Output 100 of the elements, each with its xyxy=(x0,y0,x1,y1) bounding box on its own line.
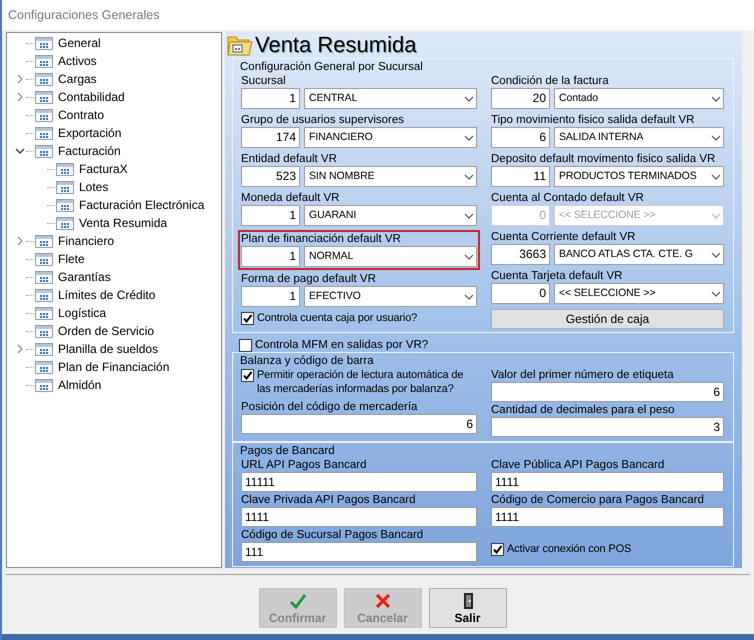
tree-item[interactable]: Facturación xyxy=(57,144,122,158)
checkbox[interactable] xyxy=(491,543,504,556)
input-field[interactable]: 11111 xyxy=(241,472,477,492)
code-field[interactable]: 1 xyxy=(241,286,300,307)
table-icon xyxy=(56,162,74,176)
code-field[interactable]: 1 xyxy=(241,205,300,226)
field-label: Cuenta Tarjeta default VR xyxy=(491,269,624,283)
table-icon xyxy=(35,342,53,356)
tree-item[interactable]: Lotes xyxy=(78,180,110,194)
code-field[interactable]: 1 xyxy=(241,88,300,109)
field-label: Tipo movimiento fisico salida default VR xyxy=(491,113,696,127)
tree-item[interactable]: Almidón xyxy=(57,378,102,392)
table-icon xyxy=(35,360,53,374)
tree-item[interactable]: Facturación Electrónica xyxy=(78,198,206,212)
chevron-icon xyxy=(464,134,474,140)
chevron-icon xyxy=(464,294,474,300)
table-icon xyxy=(35,306,53,320)
code-field[interactable]: 6 xyxy=(491,127,550,148)
tree-item[interactable]: Logística xyxy=(57,306,108,320)
input-field[interactable]: 3 xyxy=(491,417,724,437)
tree-item[interactable]: Contabilidad xyxy=(57,90,126,104)
chevron-icon xyxy=(464,254,474,260)
chevron-icon xyxy=(464,212,474,218)
field-label: Código de Sucursal Pagos Bancard xyxy=(241,528,424,542)
field-label: Forma de pago default VR xyxy=(241,272,377,286)
table-icon xyxy=(56,198,74,212)
field-label: Entidad default VR xyxy=(241,152,338,166)
dropdown[interactable]: CENTRAL xyxy=(304,88,477,109)
tree-item[interactable]: Financiero xyxy=(57,234,116,248)
window-title: Configuraciones Generales xyxy=(8,8,160,22)
chevron-icon xyxy=(711,252,721,258)
table-icon xyxy=(35,270,53,284)
tree-item[interactable]: Activos xyxy=(57,54,98,68)
input-field[interactable]: 6 xyxy=(241,414,477,434)
table-icon xyxy=(35,288,53,302)
tree-item[interactable]: Cargas xyxy=(57,72,98,86)
dropdown[interactable]: << SELECCIONE >> xyxy=(554,283,724,304)
input-field[interactable]: 111 xyxy=(241,542,477,562)
dropdown[interactable]: EFECTIVO xyxy=(304,286,477,307)
input-field[interactable]: 1111 xyxy=(241,507,477,527)
table-icon xyxy=(35,126,53,140)
field-label: Valor del primer número de etiqueta xyxy=(491,368,675,382)
field-label: Cuenta al Contado default VR xyxy=(491,191,645,205)
tree-item[interactable]: Planilla de sueldos xyxy=(57,342,160,356)
field-label: Código de Comercio para Pagos Bancard xyxy=(491,493,705,507)
chevron-icon xyxy=(711,96,721,102)
checkbox[interactable] xyxy=(241,369,254,382)
tree-item[interactable]: Garantías xyxy=(57,270,112,284)
dropdown[interactable]: BANCO ATLAS CTA. CTE. G xyxy=(554,244,724,265)
tree-item[interactable]: Flete xyxy=(57,252,86,266)
input-field[interactable]: 1111 xyxy=(491,507,724,527)
code-field[interactable]: 1 xyxy=(241,246,300,267)
dropdown[interactable]: Contado xyxy=(554,88,724,109)
tree-item[interactable]: Orden de Servicio xyxy=(57,324,156,338)
input-field[interactable]: 6 xyxy=(491,382,724,402)
table-icon xyxy=(35,252,53,266)
table-icon xyxy=(35,36,53,50)
table-icon xyxy=(35,90,53,104)
checkbox[interactable] xyxy=(241,312,254,325)
check-icon xyxy=(288,592,306,610)
dropdown[interactable]: NORMAL xyxy=(304,246,477,267)
field-label: Sucursal xyxy=(241,74,287,88)
checkbox-label: Controla cuenta caja por usuario? xyxy=(257,311,418,325)
tree-item[interactable]: General xyxy=(57,36,102,50)
code-field[interactable]: 523 xyxy=(241,166,300,187)
tree-item[interactable]: Exportación xyxy=(57,126,122,140)
cash-management-button[interactable]: Gestión de caja xyxy=(491,309,724,329)
table-icon xyxy=(35,54,53,68)
chevron-icon xyxy=(711,290,721,296)
tree-item[interactable]: Plan de Financiación xyxy=(57,360,170,374)
dropdown[interactable]: FINANCIERO xyxy=(304,127,477,148)
checkbox[interactable] xyxy=(239,339,252,352)
expander-icon[interactable] xyxy=(15,146,25,156)
group-title: Pagos de Bancard xyxy=(239,445,336,457)
group-title: Configuración General por Sucursal xyxy=(239,61,424,73)
code-field[interactable]: 0 xyxy=(491,283,550,304)
tree-item[interactable]: Límites de Crédito xyxy=(57,288,156,302)
code-field[interactable]: 20 xyxy=(491,88,550,109)
dropdown[interactable]: SIN NOMBRE xyxy=(304,166,477,187)
chevron-icon xyxy=(464,174,474,180)
dropdown[interactable]: PRODUCTOS TERMINADOS xyxy=(554,166,724,187)
tree-item[interactable]: Contrato xyxy=(57,108,106,122)
dropdown[interactable]: SALIDA INTERNA xyxy=(554,127,724,148)
code-field[interactable]: 174 xyxy=(241,127,300,148)
cross-icon xyxy=(374,592,392,610)
dropdown[interactable]: GUARANI xyxy=(304,205,477,226)
tree-item[interactable]: Venta Resumida xyxy=(78,216,168,230)
input-field[interactable]: 1111 xyxy=(491,472,724,492)
table-icon xyxy=(35,234,53,248)
table-icon xyxy=(56,216,74,230)
field-label: URL API Pagos Bancard xyxy=(241,458,368,472)
checkbox-label: Activar conexión con POS xyxy=(507,542,632,556)
code-field[interactable]: 11 xyxy=(491,166,550,187)
code-field[interactable]: 3663 xyxy=(491,244,550,265)
field-label: Clave Privada API Pagos Bancard xyxy=(241,493,417,507)
tree-item[interactable]: FacturaX xyxy=(78,162,129,176)
field-label: Cuenta Corriente default VR xyxy=(491,230,636,244)
chevron-icon xyxy=(711,212,721,218)
action-button[interactable]: Salir xyxy=(428,588,506,628)
table-icon xyxy=(35,108,53,122)
